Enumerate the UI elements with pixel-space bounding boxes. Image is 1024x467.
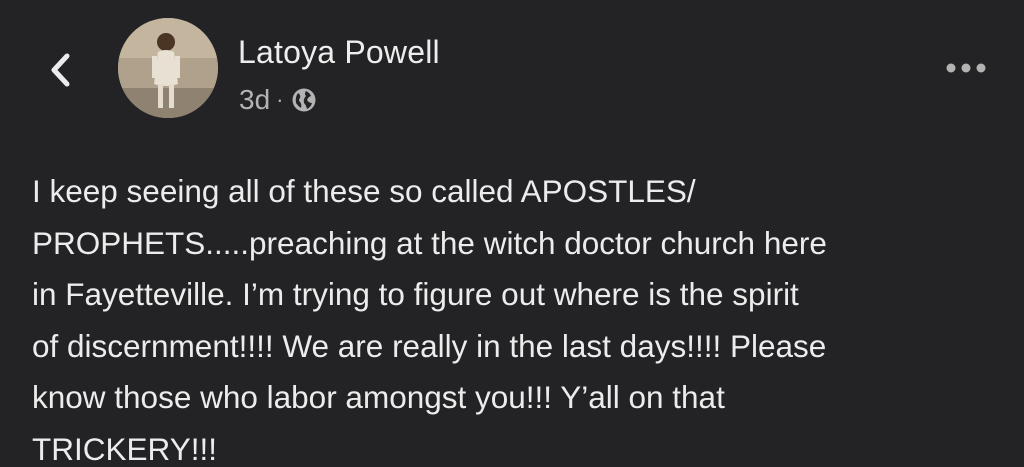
avatar[interactable]: [118, 18, 218, 118]
post-text: I keep seeing all of these so called APO…: [32, 173, 827, 467]
back-button[interactable]: [38, 44, 82, 96]
more-options-icon: [946, 63, 986, 73]
more-options-button[interactable]: [938, 50, 994, 86]
post-timestamp[interactable]: 3d: [239, 84, 270, 116]
globe-icon: [292, 88, 316, 112]
profile-photo: [118, 18, 218, 118]
meta-separator: ·: [276, 87, 284, 112]
chevron-left-icon: [51, 53, 70, 87]
author-name[interactable]: Latoya Powell: [238, 34, 440, 71]
post-meta: 3d ·: [239, 84, 317, 116]
